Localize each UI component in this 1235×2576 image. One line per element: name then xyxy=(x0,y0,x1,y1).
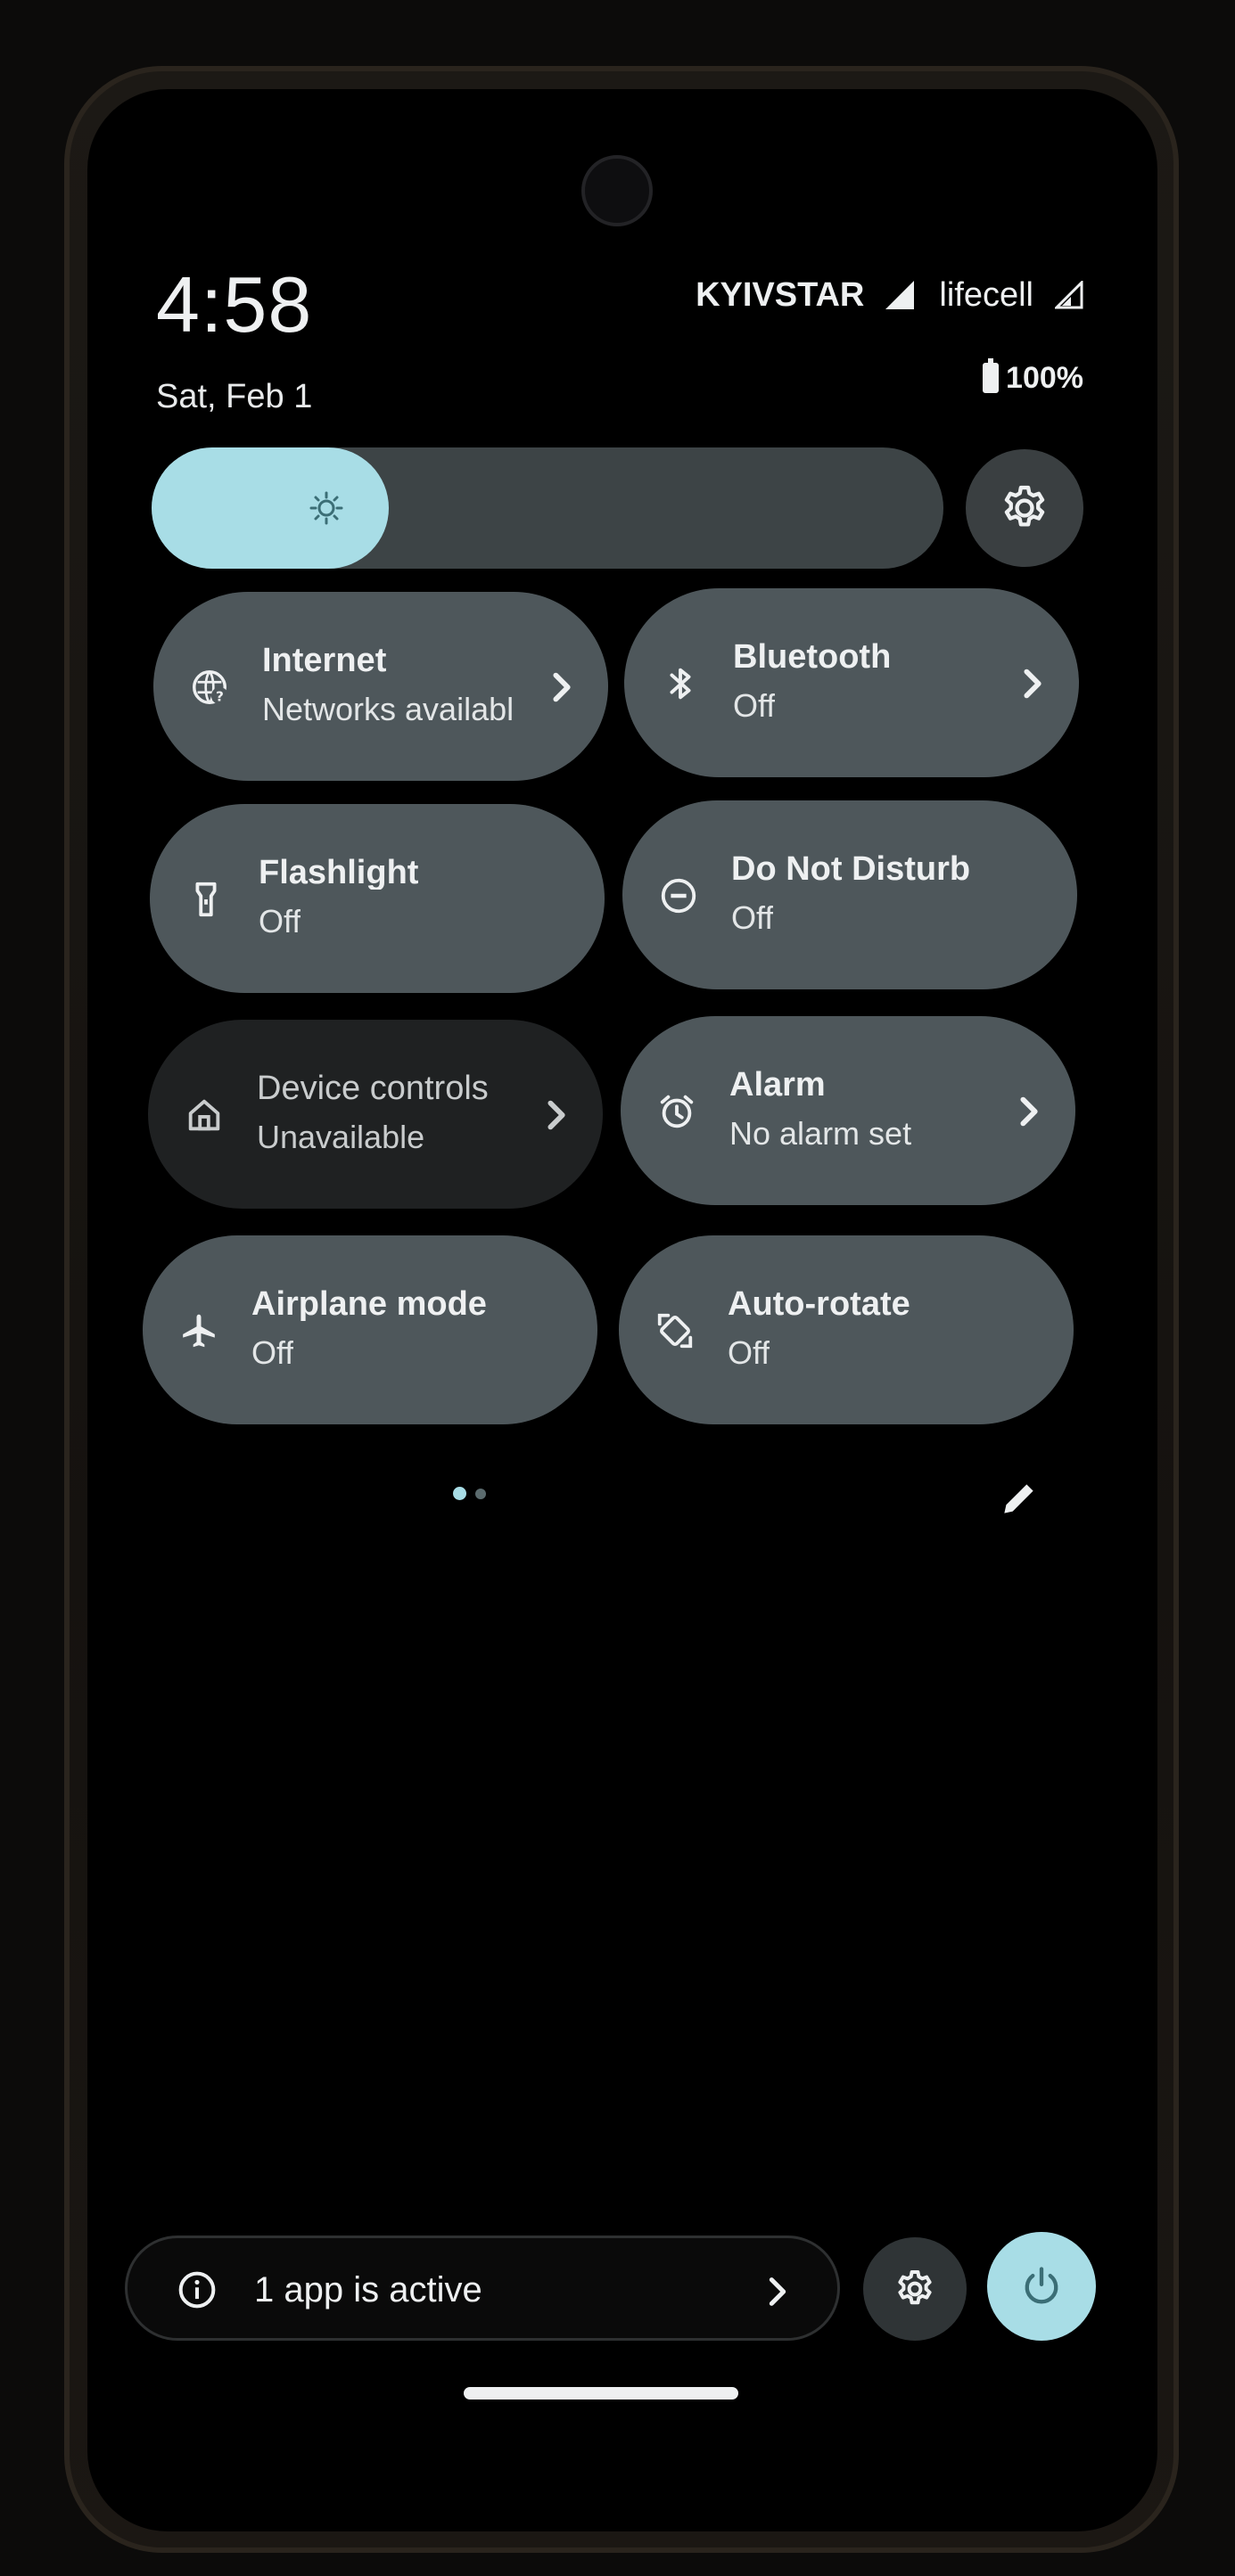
tile-device-controls[interactable]: Device controls Unavailable xyxy=(148,1020,603,1209)
tile-bluetooth[interactable]: Bluetooth Off xyxy=(624,588,1079,777)
tile-title: Internet xyxy=(262,644,387,677)
tile-title: Airplane mode xyxy=(251,1287,487,1321)
clock[interactable]: 4:58 xyxy=(156,266,312,344)
carrier-1-label: KYIVSTAR xyxy=(696,276,865,314)
footer-settings-button[interactable] xyxy=(863,2237,967,2341)
tile-title: Do Not Disturb xyxy=(731,852,971,886)
date[interactable]: Sat, Feb 1 xyxy=(156,380,312,414)
battery-icon xyxy=(983,358,1000,393)
power-icon xyxy=(1025,2267,1058,2304)
gear-icon xyxy=(898,2270,932,2305)
phone-screen: 4:58 Sat, Feb 1 KYIVSTAR lifecell 100% ?… xyxy=(87,89,1157,2531)
bluetooth-icon xyxy=(670,668,691,700)
tile-subtitle: Off xyxy=(259,906,301,938)
brightness-icon xyxy=(309,491,343,525)
battery-status: 100% xyxy=(983,358,1083,395)
active-apps-button[interactable]: 1 app is active xyxy=(125,2236,840,2341)
tile-title: Flashlight xyxy=(259,856,419,890)
power-button[interactable] xyxy=(987,2232,1096,2341)
tile-alarm[interactable]: Alarm No alarm set xyxy=(621,1016,1075,1205)
svg-text:?: ? xyxy=(216,688,224,704)
tile-subtitle: Networks available xyxy=(262,693,512,726)
tile-subtitle: Off xyxy=(728,1337,770,1369)
signal-partial-icon xyxy=(1055,281,1083,309)
home-gesture-bar[interactable] xyxy=(464,2387,738,2400)
tile-flashlight[interactable]: Flashlight Off xyxy=(150,804,605,993)
front-camera xyxy=(581,155,653,226)
tile-title: Device controls xyxy=(257,1071,489,1105)
flashlight-icon xyxy=(195,882,217,917)
settings-button[interactable] xyxy=(966,449,1083,567)
page-dot-active xyxy=(453,1487,466,1500)
edit-pencil-icon[interactable] xyxy=(997,1476,1042,1521)
tile-airplane-mode[interactable]: Airplane mode Off xyxy=(143,1235,597,1424)
page-indicator xyxy=(453,1487,486,1500)
chevron-right-icon[interactable] xyxy=(542,1095,572,1136)
chevron-right-icon[interactable] xyxy=(548,667,578,708)
alarm-icon xyxy=(660,1095,694,1128)
chevron-right-icon xyxy=(769,2277,786,2306)
home-icon xyxy=(188,1099,220,1131)
tile-subtitle: Off xyxy=(733,690,776,722)
tile-title: Alarm xyxy=(729,1068,826,1102)
airplane-icon xyxy=(183,1314,215,1348)
brightness-slider-fill xyxy=(152,447,389,569)
tile-subtitle: No alarm set xyxy=(729,1118,912,1150)
tile-subtitle: Unavailable xyxy=(257,1121,425,1153)
tile-auto-rotate[interactable]: Auto-rotate Off xyxy=(619,1235,1074,1424)
auto-rotate-icon xyxy=(657,1313,693,1349)
tile-title: Bluetooth xyxy=(733,640,892,674)
gear-icon xyxy=(1004,485,1045,527)
active-apps-label: 1 app is active xyxy=(254,2270,482,2309)
tile-title: Auto-rotate xyxy=(728,1287,910,1321)
battery-percent: 100% xyxy=(1006,361,1083,395)
tile-subtitle: Off xyxy=(731,902,774,934)
chevron-right-icon[interactable] xyxy=(1015,1091,1045,1132)
wifi-question-icon: ? xyxy=(193,670,229,704)
carrier-status: KYIVSTAR lifecell xyxy=(696,278,1083,312)
info-icon xyxy=(178,2271,216,2309)
tile-internet[interactable]: ? Internet Networks available xyxy=(153,592,608,781)
page-dot xyxy=(475,1489,486,1499)
carrier-2-label: lifecell xyxy=(939,276,1033,314)
signal-full-icon xyxy=(885,281,915,309)
chevron-right-icon[interactable] xyxy=(1018,663,1049,704)
tile-do-not-disturb[interactable]: Do Not Disturb Off xyxy=(622,800,1077,989)
do-not-disturb-icon xyxy=(661,878,696,914)
brightness-slider[interactable] xyxy=(152,447,943,569)
tile-subtitle: Off xyxy=(251,1337,294,1369)
